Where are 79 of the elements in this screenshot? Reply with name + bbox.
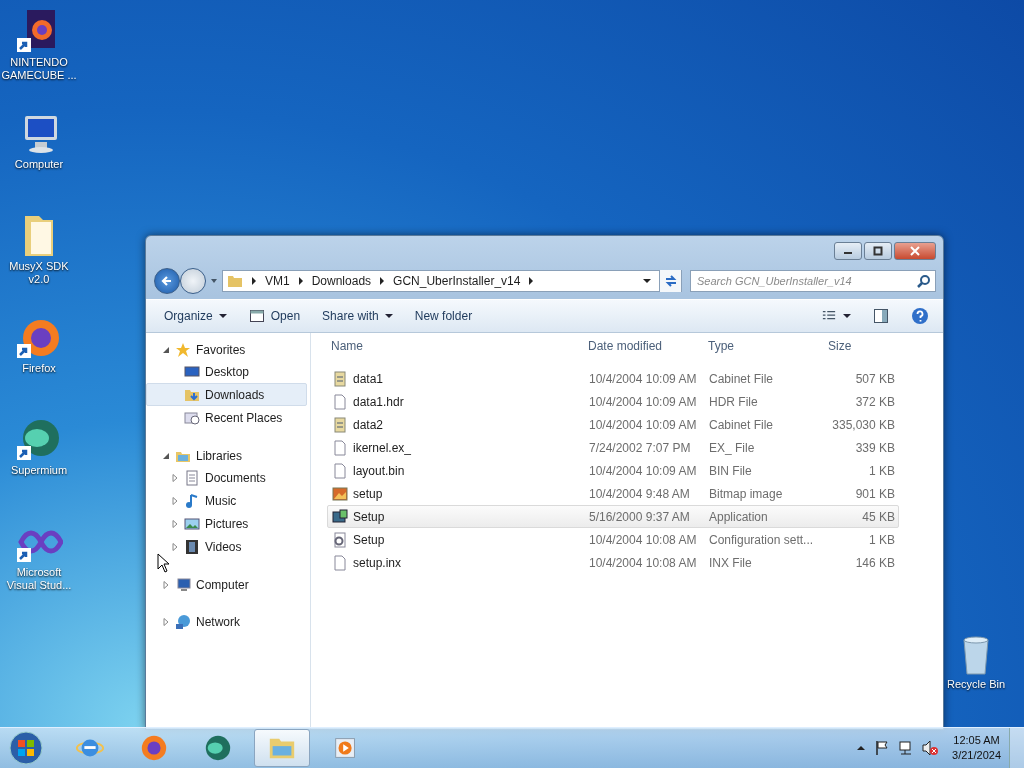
nav-item[interactable]: Downloads <box>205 387 265 402</box>
breadcrumb-item[interactable]: VM1 <box>265 274 290 288</box>
type-cell-text: Application <box>708 509 769 524</box>
file-name: setup <box>353 486 383 501</box>
size-cell-text: 372 KB <box>854 394 896 409</box>
file-row[interactable]: data1.hdr 10/4/2004 10:09 AM HDR File 372 KB <box>327 390 899 413</box>
type-cell-text: HDR File <box>708 394 759 409</box>
date-cell-text: 7/24/2002 7:07 PM <box>588 440 692 455</box>
nav-item[interactable]: Recent Places <box>205 410 283 425</box>
search-field[interactable]: Search GCN_UberInstaller_v14 <box>690 270 936 292</box>
size-cell-text: 1 KB <box>868 532 896 547</box>
nav-item[interactable]: Network <box>196 614 240 629</box>
file-name: setup.inx <box>353 555 402 570</box>
date-cell-text: 10/4/2004 9:48 AM <box>588 486 691 501</box>
file-row[interactable]: layout.bin 10/4/2004 10:09 AM BIN File 1 KB <box>327 459 899 482</box>
nav-item[interactable]: Music <box>205 493 237 508</box>
toolbar-button[interactable]: New folder <box>406 306 481 326</box>
type-cell-text: Bitmap image <box>708 486 784 501</box>
nav-item-background[interactable]: Downloads <box>146 383 307 406</box>
nav-item[interactable]: Pictures <box>205 516 249 531</box>
date-cell-text: 10/4/2004 10:09 AM <box>588 394 698 409</box>
size-cell-text: 507 KB <box>854 371 896 386</box>
desktop-icon-label[interactable]: MusyX SDK v2.0 <box>1 260 77 286</box>
date-cell-text: 5/16/2000 9:37 AM <box>588 509 691 524</box>
file-name: layout.bin <box>353 463 405 478</box>
column-header[interactable]: Type <box>704 339 824 353</box>
breadcrumb-item[interactable]: GCN_UberInstaller_v14 <box>393 274 521 288</box>
nav-item[interactable]: Libraries <box>196 448 243 463</box>
column-header[interactable]: Date modified <box>584 339 704 353</box>
size-cell-text: 335,030 KB <box>831 417 896 432</box>
file-row[interactable]: Setup 5/16/2000 9:37 AM Application 45 KB <box>327 505 899 528</box>
toolbar-button[interactable]: Organize <box>156 306 235 326</box>
file-name: Setup <box>353 509 385 524</box>
column-header[interactable]: Name <box>327 339 584 353</box>
type-cell-text: BIN File <box>708 463 753 478</box>
nav-item-background[interactable]: Desktop <box>146 360 307 383</box>
size-cell-text: 45 KB <box>861 509 896 524</box>
clock-date[interactable]: 3/21/2024 <box>952 748 1001 763</box>
nav-item[interactable]: Documents <box>205 470 266 485</box>
type-cell-text: Cabinet File <box>708 371 775 386</box>
desktop-icon-label[interactable]: Computer <box>1 158 77 171</box>
address-bar[interactable]: VM1 Downloads GCN_UberInstaller_v14 <box>222 270 682 292</box>
nav-item-background[interactable]: Recent Places <box>146 406 307 429</box>
size-cell-text: 146 KB <box>854 555 896 570</box>
file-row[interactable]: Setup 10/4/2004 10:08 AM Configuration sett... 1 KB <box>327 528 899 551</box>
nav-item[interactable]: Videos <box>205 539 242 554</box>
column-header[interactable]: Size <box>824 339 896 353</box>
toolbar-button[interactable]: Open <box>240 305 309 327</box>
desktop-icon-label[interactable]: Recycle Bin <box>941 678 1011 691</box>
file-name: data2 <box>353 417 384 432</box>
file-row[interactable]: data1 10/4/2004 10:09 AM Cabinet File 507 KB <box>327 367 899 390</box>
type-cell-text: Cabinet File <box>708 417 775 432</box>
type-cell-text: EX_ File <box>708 440 756 455</box>
breadcrumb-item[interactable]: Downloads <box>311 274 372 288</box>
date-cell-text: 10/4/2004 10:09 AM <box>588 371 698 386</box>
nav-item[interactable]: Desktop <box>205 364 250 379</box>
nav-item[interactable]: Favorites <box>196 342 246 357</box>
date-cell-text: 10/4/2004 10:09 AM <box>588 463 698 478</box>
toolbar-button[interactable]: Share with <box>314 306 401 326</box>
type-cell-text: INX File <box>708 555 753 570</box>
file-name: data1 <box>353 371 384 386</box>
file-row[interactable]: setup.inx 10/4/2004 10:08 AM INX File 146 KB <box>327 551 899 574</box>
date-cell-text: 10/4/2004 10:08 AM <box>588 555 698 570</box>
nav-item[interactable]: Computer <box>196 577 249 592</box>
file-row[interactable]: data2 10/4/2004 10:09 AM Cabinet File 335,030 KB <box>327 413 899 436</box>
date-cell-text: 10/4/2004 10:08 AM <box>588 532 698 547</box>
file-row[interactable]: setup 10/4/2004 9:48 AM Bitmap image 901 KB <box>327 482 899 505</box>
file-name: Setup <box>353 532 385 547</box>
file-name: data1.hdr <box>353 394 404 409</box>
clock-time[interactable]: 12:05 AM <box>953 733 1000 748</box>
file-name: ikernel.ex_ <box>353 440 412 455</box>
size-cell-text: 339 KB <box>854 440 896 455</box>
file-row[interactable]: ikernel.ex_ 7/24/2002 7:07 PM EX_ File 339 KB <box>327 436 899 459</box>
desktop-icon-label[interactable]: NINTENDO GAMECUBE ... <box>1 56 77 82</box>
date-cell-text: 10/4/2004 10:09 AM <box>588 417 698 432</box>
size-cell-text: 901 KB <box>854 486 896 501</box>
desktop-icon-label[interactable]: Firefox <box>1 362 77 375</box>
size-cell-text: 1 KB <box>868 463 896 478</box>
type-cell-text: Configuration sett... <box>708 532 815 547</box>
